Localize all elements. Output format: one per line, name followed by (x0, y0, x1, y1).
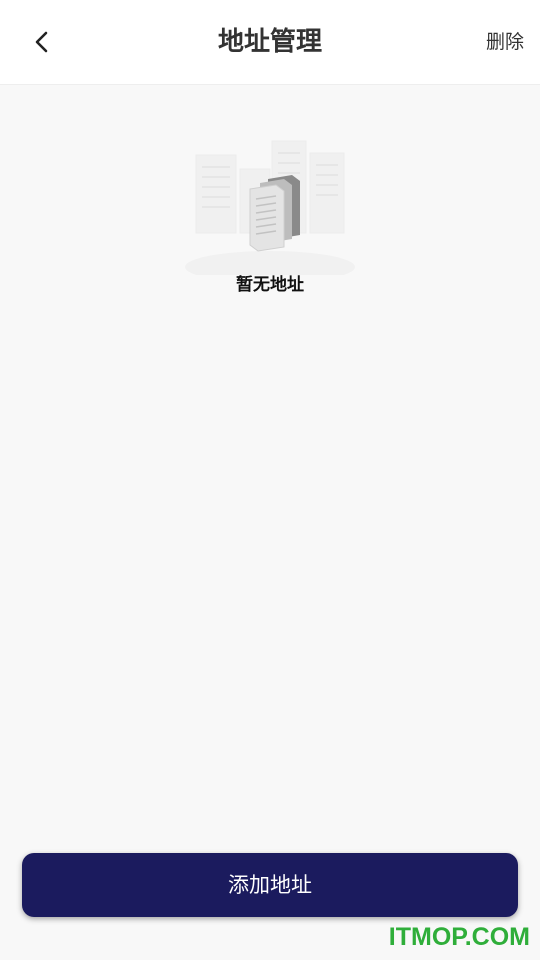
delete-button[interactable]: 删除 (486, 30, 524, 54)
empty-state-message: 暂无地址 (236, 275, 304, 295)
empty-documents-illustration (180, 135, 360, 283)
add-address-button[interactable]: 添加地址 (22, 853, 518, 917)
watermark: ITMOP.COM (388, 923, 530, 951)
page-title: 地址管理 (217, 27, 322, 57)
app-header: 地址管理 删除 (0, 0, 540, 85)
